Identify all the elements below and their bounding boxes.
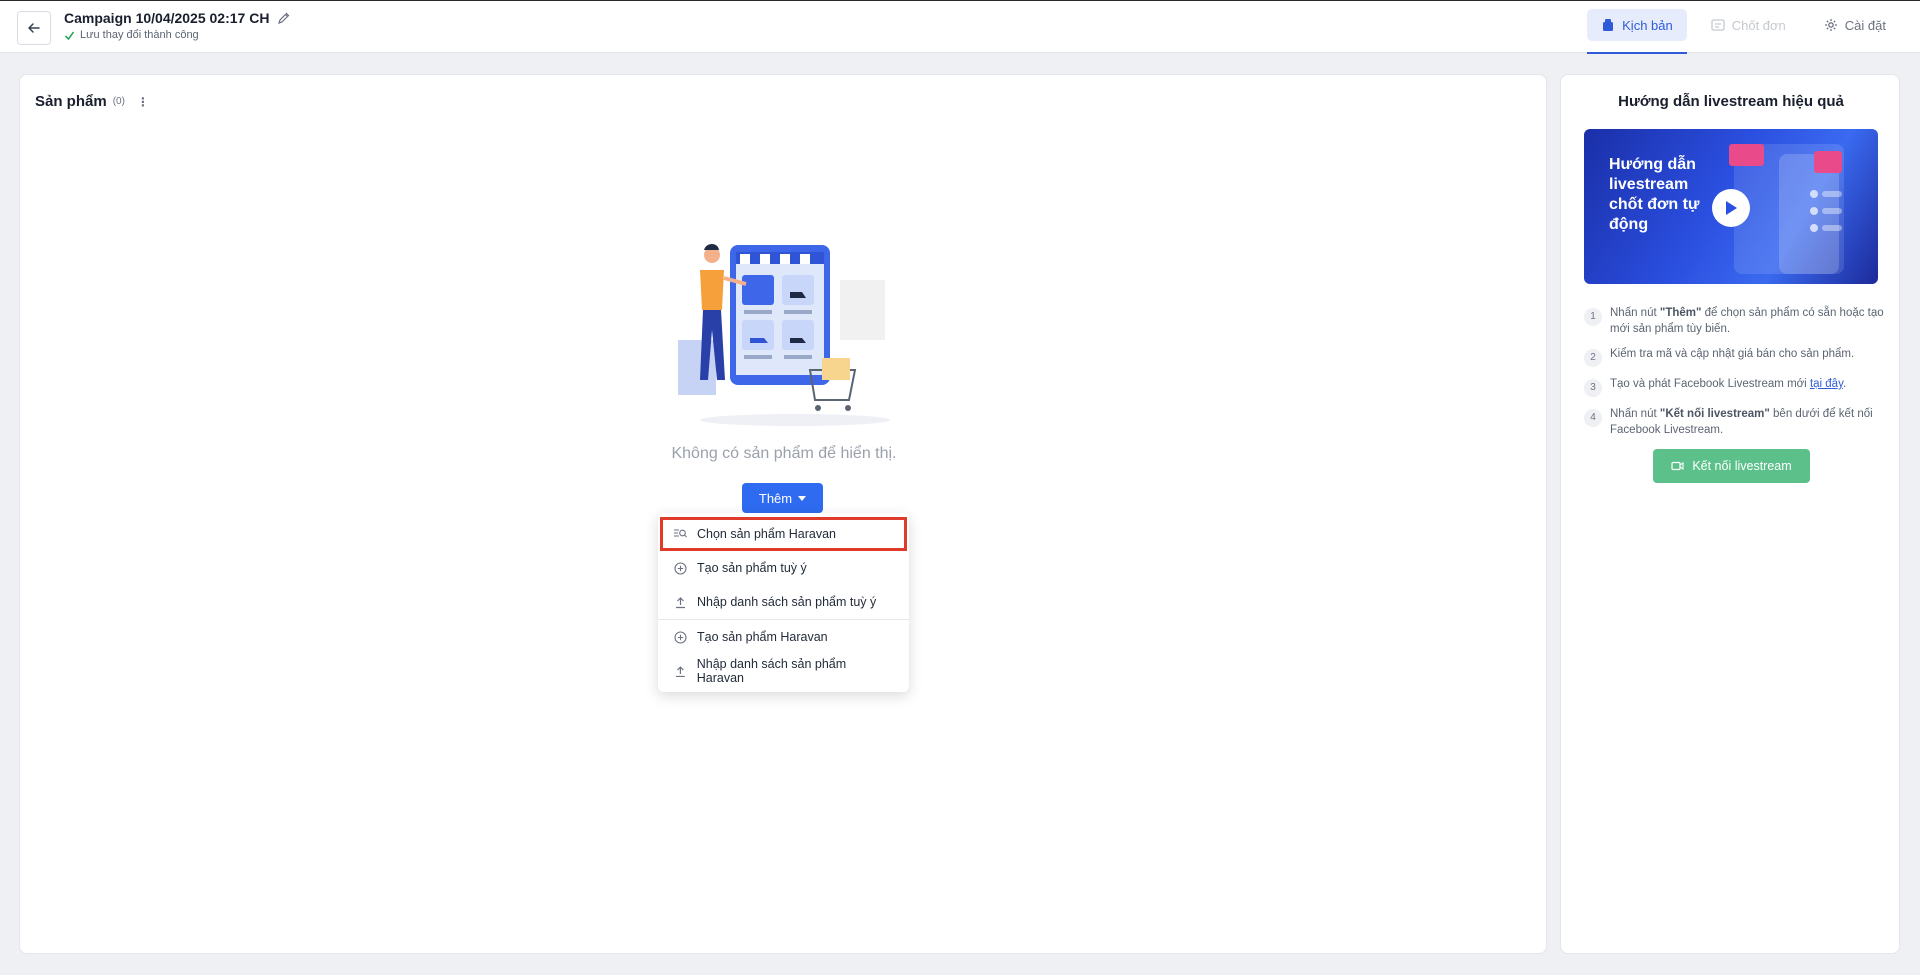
tab-label: Cài đặt xyxy=(1844,17,1886,33)
menu-item-label: Tạo sản phẩm tuỳ ý xyxy=(697,561,807,575)
guide-panel: Hướng dẫn livestream hiệu quả Hướng dẫn … xyxy=(1560,74,1900,954)
menu-item-label: Nhập danh sách sản phẩm Haravan xyxy=(696,657,847,685)
step-text: . xyxy=(1842,378,1847,390)
upload-icon xyxy=(676,596,685,608)
check-icon xyxy=(64,31,75,40)
menu-item-label: Tạo sản phẩm Haravan xyxy=(697,630,828,644)
step-number: 4 xyxy=(1584,409,1602,427)
play-icon[interactable] xyxy=(1712,189,1750,227)
pencil-icon[interactable] xyxy=(277,11,291,25)
menu-item-import-haravan-products[interactable]: Nhập danh sách sản phẩm Haravan xyxy=(658,654,909,688)
add-button-label: Thêm xyxy=(758,490,793,506)
tab-label: Chốt đơn xyxy=(1731,17,1786,33)
menu-item-create-custom-product[interactable]: Tạo sản phẩm tuỳ ý xyxy=(658,551,909,585)
guide-steps: 1 Nhấn nút "Thêm" để chọn sản phẩm có sẵ… xyxy=(1584,305,1884,447)
search-list-icon xyxy=(674,529,687,538)
menu-item-choose-haravan-product[interactable]: Chọn sản phẩm Haravan xyxy=(660,517,907,551)
step-bold: "Thêm" xyxy=(1659,307,1702,319)
guide-step: 2 Kiểm tra mã và cập nhật giá bán cho sả… xyxy=(1584,346,1884,367)
campaign-title-block: Campaign 10/04/2025 02:17 CH Lưu thay đổ… xyxy=(64,10,291,41)
products-panel: Sản phẩm (0) ⋮ Không có sản phẩm để hiển… xyxy=(19,74,1547,954)
products-header: Sản phẩm (0) ⋮ xyxy=(35,93,149,110)
add-dropdown-menu: Chọn sản phẩm Haravan Tạo sản phẩm tuỳ ý… xyxy=(658,513,909,692)
top-bar: Campaign 10/04/2025 02:17 CH Lưu thay đổ… xyxy=(0,0,1920,55)
step-text: Kiểm tra mã và cập nhật giá bán cho sản … xyxy=(1610,348,1855,360)
upload-icon xyxy=(675,665,685,677)
guide-title: Hướng dẫn livestream hiệu quả xyxy=(1618,93,1844,110)
add-button[interactable]: Thêm xyxy=(742,483,823,513)
campaign-title: Campaign 10/04/2025 02:17 CH xyxy=(64,10,270,26)
empty-shop-illustration xyxy=(678,244,890,426)
step-text: Nhấn nút xyxy=(1610,307,1660,319)
connect-button-label: Kết nối livestream xyxy=(1692,459,1792,473)
step-number: 3 xyxy=(1584,379,1602,397)
guide-video-thumbnail[interactable]: Hướng dẫn livestream chốt đơn tự động xyxy=(1584,129,1878,284)
step-number: 1 xyxy=(1584,308,1602,326)
products-title: Sản phẩm xyxy=(35,93,107,110)
script-icon xyxy=(1603,19,1614,31)
plus-circle-icon xyxy=(674,630,687,644)
menu-item-label: Nhập danh sách sản phẩm tuỳ ý xyxy=(697,595,877,609)
gear-icon xyxy=(1824,19,1837,31)
step-text: Nhấn nút xyxy=(1610,408,1660,420)
here-link[interactable]: tại đây xyxy=(1810,378,1843,390)
arrow-left-icon xyxy=(28,23,40,33)
video-camera-icon xyxy=(1671,461,1684,471)
menu-item-create-haravan-product[interactable]: Tạo sản phẩm Haravan xyxy=(658,620,909,654)
guide-step: 4 Nhấn nút "Kết nối livestream" bên dưới… xyxy=(1584,406,1884,438)
menu-item-label: Chọn sản phẩm Haravan xyxy=(697,527,836,541)
order-icon xyxy=(1711,19,1725,31)
guide-step: 1 Nhấn nút "Thêm" để chọn sản phẩm có sẵ… xyxy=(1584,305,1884,337)
menu-item-import-custom-products[interactable]: Nhập danh sách sản phẩm tuỳ ý xyxy=(658,585,909,619)
back-button[interactable] xyxy=(17,11,51,45)
step-number: 2 xyxy=(1584,349,1602,367)
guide-step: 3 Tạo và phát Facebook Livestream mới tạ… xyxy=(1584,376,1884,397)
save-status: Lưu thay đổi thành công xyxy=(64,29,291,41)
caret-down-icon xyxy=(798,495,807,501)
save-status-text: Lưu thay đổi thành công xyxy=(80,29,199,41)
video-caption: Hướng dẫn livestream chốt đơn tự động xyxy=(1609,156,1700,233)
tab-kich-ban[interactable]: Kịch bản xyxy=(1587,9,1687,54)
more-options-icon[interactable]: ⋮ xyxy=(137,95,149,109)
tab-cai-dat[interactable]: Cài đặt xyxy=(1810,9,1900,41)
empty-message: Không có sản phẩm để hiển thị. xyxy=(671,445,897,462)
products-count: (0) xyxy=(112,96,125,107)
connect-livestream-button[interactable]: Kết nối livestream xyxy=(1653,449,1810,483)
plus-circle-icon xyxy=(674,561,687,575)
step-text: Tạo và phát Facebook Livestream mới xyxy=(1610,378,1810,390)
nav-tabs: Kịch bản Chốt đơn Cài đặt xyxy=(1587,9,1900,55)
tab-chot-don[interactable]: Chốt đơn xyxy=(1697,9,1800,41)
step-bold: "Kết nối livestream" xyxy=(1659,408,1770,420)
tab-label: Kịch bản xyxy=(1622,17,1673,33)
